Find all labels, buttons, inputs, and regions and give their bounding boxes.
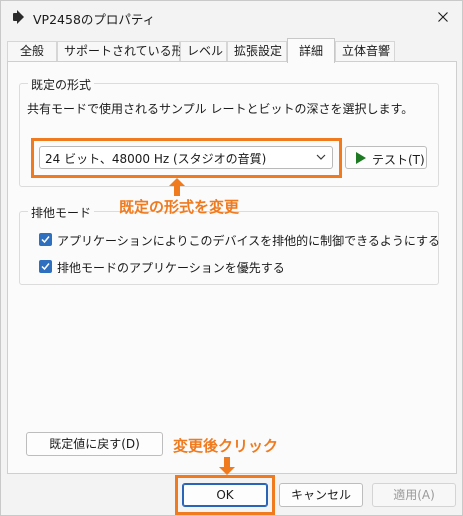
ok-annotation: 変更後クリック	[173, 437, 279, 455]
check-icon	[41, 236, 50, 244]
tab-bar: 全般 サポートされている形式 レベル 拡張設定 詳細 立体音響	[7, 38, 457, 63]
arrow-up-icon	[169, 178, 185, 196]
cancel-button[interactable]: キャンセル	[279, 483, 363, 507]
title-bar: VP2458のプロパティ	[1, 1, 462, 35]
window-title: VP2458のプロパティ	[33, 12, 156, 27]
tab-enhancements[interactable]: 拡張設定	[227, 41, 287, 62]
tab-general[interactable]: 全般	[7, 41, 57, 62]
tab-supported-formats[interactable]: サポートされている形式	[57, 41, 196, 62]
close-button[interactable]	[430, 5, 456, 29]
ok-button[interactable]: OK	[182, 483, 268, 507]
format-dropdown[interactable]: 24 ビット、48000 Hz (スタジオの音質)	[39, 146, 333, 169]
tab-advanced[interactable]: 詳細	[287, 38, 335, 63]
default-format-group: 既定の形式	[19, 76, 439, 187]
format-annotation: 既定の形式を変更	[119, 198, 240, 216]
tab-spatial-sound[interactable]: 立体音響	[335, 41, 395, 62]
exclusive-control-label: アプリケーションによりこのデバイスを排他的に制御できるようにする	[57, 234, 441, 248]
chevron-down-icon	[316, 154, 326, 160]
tab-levels[interactable]: レベル	[180, 41, 227, 62]
exclusive-priority-label: 排他モードのアプリケーションを優先する	[57, 261, 285, 275]
speaker-icon	[11, 10, 25, 24]
default-format-description: 共有モードで使用されるサンプル レートとビットの深さを選択します。	[27, 102, 414, 116]
restore-defaults-button[interactable]: 既定値に戻す(D)	[26, 432, 163, 456]
exclusive-mode-label: 排他モード	[28, 204, 95, 221]
properties-dialog: VP2458のプロパティ 全般 サポートされている形式 レベル 拡張設定 詳細 …	[0, 0, 463, 516]
play-icon	[356, 152, 366, 164]
apply-button[interactable]: 適用(A)	[372, 483, 456, 507]
format-dropdown-value: 24 ビット、48000 Hz (スタジオの音質)	[45, 152, 267, 166]
test-button-label: テスト(T)	[372, 153, 425, 167]
test-button[interactable]: テスト(T)	[345, 146, 427, 169]
exclusive-control-checkbox[interactable]	[39, 233, 52, 246]
check-icon	[41, 263, 50, 271]
exclusive-priority-checkbox[interactable]	[39, 260, 52, 273]
arrow-down-icon	[219, 457, 235, 475]
default-format-label: 既定の形式	[28, 76, 95, 93]
close-icon	[438, 12, 448, 22]
